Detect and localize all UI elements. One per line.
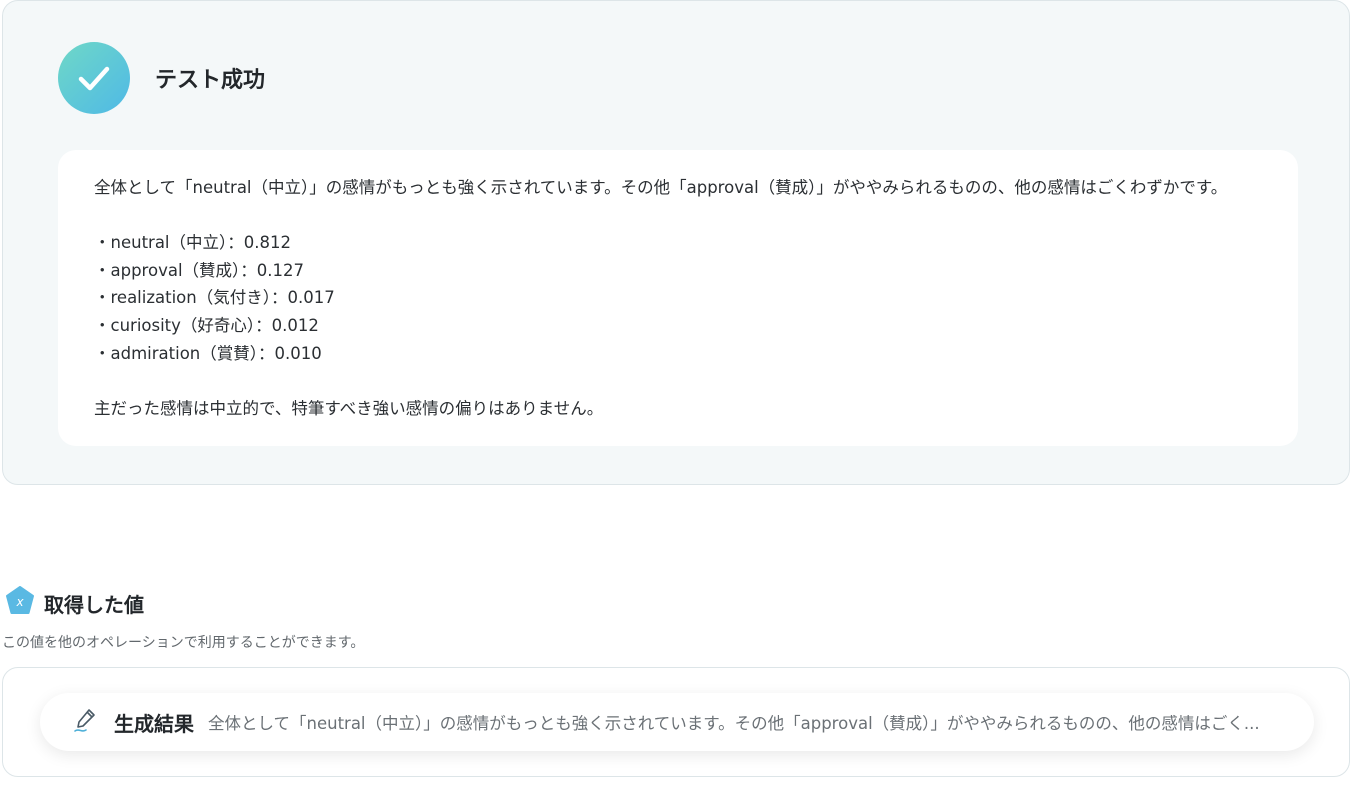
result-item: ・curiosity（好奇心）：0.012 — [94, 315, 319, 335]
values-title: 取得した値 — [44, 592, 144, 617]
value-label: 生成結果 — [114, 711, 194, 736]
result-item: ・admiration（賞賛）：0.010 — [94, 343, 322, 363]
result-conclusion: 主だった感情は中立的で、特筆すべき強い感情の偏りはありません。 — [94, 398, 604, 418]
test-success-panel: テスト成功 全体として「neutral（中立）」の感情がもっとも強く示されていま… — [2, 0, 1350, 485]
result-card: 全体として「neutral（中立）」の感情がもっとも強く示されています。その他「… — [58, 150, 1298, 446]
result-item: ・realization（気付き）：0.017 — [94, 288, 335, 308]
check-icon — [58, 42, 130, 114]
values-box: 生成結果 全体として「neutral（中立）」の感情がもっとも強く示されています… — [2, 667, 1350, 777]
value-item-generated-result[interactable]: 生成結果 全体として「neutral（中立）」の感情がもっとも強く示されています… — [40, 693, 1314, 751]
variable-icon: x — [4, 585, 36, 621]
edit-pen-icon — [72, 706, 100, 738]
value-preview: 全体として「neutral（中立）」の感情がもっとも強く示されています。その他「… — [208, 714, 1260, 733]
values-header: x 取得した値 — [4, 585, 144, 621]
values-description: この値を他のオペレーションで利用することができます。 — [2, 635, 365, 651]
result-item: ・approval（賛成）：0.127 — [94, 260, 305, 280]
result-item: ・neutral（中立）：0.812 — [94, 233, 292, 253]
result-summary: 全体として「neutral（中立）」の感情がもっとも強く示されています。その他「… — [94, 178, 1228, 197]
success-title: テスト成功 — [155, 68, 266, 93]
svg-text:x: x — [15, 595, 24, 609]
